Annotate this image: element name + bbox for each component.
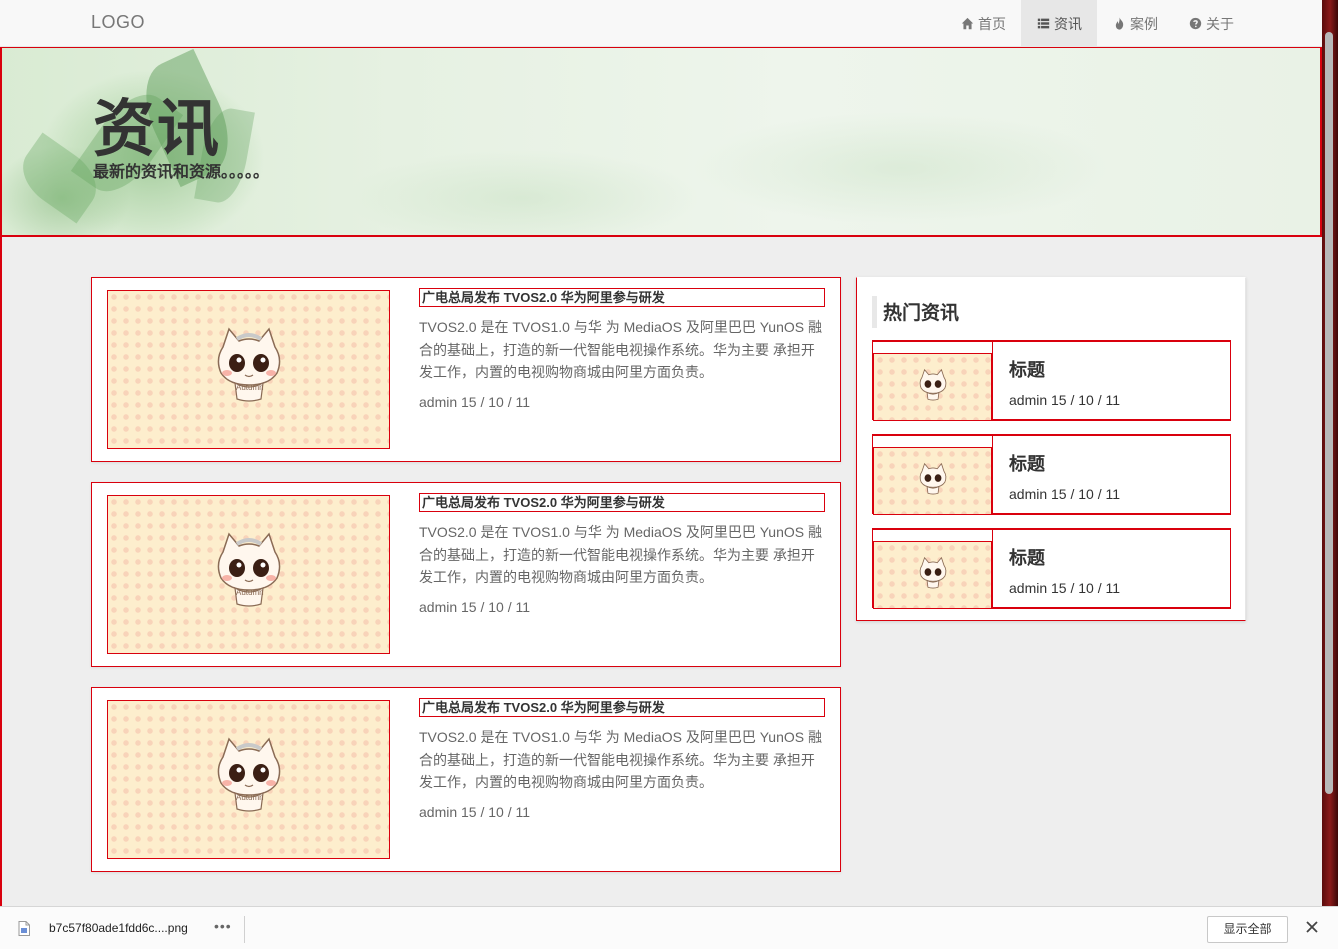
article-title[interactable]: 广电总局发布 TVOS2.0 华为阿里参与研发: [419, 698, 825, 717]
file-icon: [18, 921, 30, 936]
hot-news-item[interactable]: 标题 admin 15 / 10 / 11: [872, 340, 1231, 421]
article-meta: admin 15 / 10 / 11: [419, 599, 531, 615]
news-banner: 资讯 最新的资讯和资源。。。。。: [0, 47, 1322, 237]
vertical-scrollbar[interactable]: [1322, 0, 1338, 906]
main-nav: 首页 资讯 案例 关于: [945, 0, 1249, 47]
page-title: 资讯: [93, 95, 222, 164]
article-title[interactable]: 广电总局发布 TVOS2.0 华为阿里参与研发: [419, 288, 825, 307]
hot-news-thumbnail[interactable]: [873, 353, 992, 421]
scrollbar-thumb[interactable]: [1325, 32, 1333, 794]
nav-item-cases[interactable]: 案例: [1097, 0, 1173, 47]
hot-news-meta: admin 15 / 10 / 11: [1009, 580, 1121, 596]
article-meta: admin 15 / 10 / 11: [419, 394, 531, 410]
download-divider: [244, 916, 245, 943]
close-icon[interactable]: [1303, 918, 1321, 936]
site-logo[interactable]: LOGO: [91, 12, 145, 33]
news-article-card[interactable]: Autumn 广电总局发布 TVOS2.0 华为阿里参与研发 TVOS2.0 是…: [91, 482, 841, 667]
news-article-card[interactable]: Autumn 广电总局发布 TVOS2.0 华为阿里参与研发 TVOS2.0 是…: [91, 277, 841, 462]
cat-illustration: [919, 368, 946, 401]
hot-news-meta: admin 15 / 10 / 11: [1009, 392, 1121, 408]
cat-illustration: [217, 736, 280, 812]
nav-item-label: 关于: [1206, 15, 1234, 32]
article-description: TVOS2.0 是在 TVOS1.0 与华 为 MediaOS 及阿里巴巴 Yu…: [419, 524, 822, 585]
hot-news-item[interactable]: 标题 admin 15 / 10 / 11: [872, 528, 1231, 609]
cat-illustration: [217, 531, 280, 607]
hot-news-meta: admin 15 / 10 / 11: [1009, 486, 1121, 502]
article-description: TVOS2.0 是在 TVOS1.0 与华 为 MediaOS 及阿里巴巴 Yu…: [419, 319, 822, 380]
fire-icon: [1112, 17, 1126, 31]
image-caption: Autumn: [236, 793, 264, 802]
hot-news-title[interactable]: 标题: [1009, 450, 1045, 476]
article-thumbnail[interactable]: Autumn: [107, 700, 390, 859]
hot-news-sidebar: 热门资讯 标题 admin 15 / 10 / 11 标题 admin 15 /…: [856, 277, 1246, 621]
download-shelf: b7c57f80ade1fdd6c....png ••• 显示全部: [0, 906, 1338, 949]
nav-item-label: 案例: [1130, 15, 1158, 32]
article-meta: admin 15 / 10 / 11: [419, 804, 531, 820]
hot-news-item[interactable]: 标题 admin 15 / 10 / 11: [872, 434, 1231, 515]
hot-news-body: 标题 admin 15 / 10 / 11: [992, 530, 1231, 609]
article-title[interactable]: 广电总局发布 TVOS2.0 华为阿里参与研发: [419, 493, 825, 512]
top-navbar: LOGO 首页 资讯 案例 关于: [0, 0, 1322, 47]
download-more-button[interactable]: •••: [214, 918, 232, 934]
hot-news-body: 标题 admin 15 / 10 / 11: [992, 342, 1231, 421]
news-article-card[interactable]: Autumn 广电总局发布 TVOS2.0 华为阿里参与研发 TVOS2.0 是…: [91, 687, 841, 872]
article-description: TVOS2.0 是在 TVOS1.0 与华 为 MediaOS 及阿里巴巴 Yu…: [419, 729, 822, 790]
nav-item-label: 首页: [978, 15, 1006, 32]
article-thumbnail[interactable]: Autumn: [107, 495, 390, 654]
cat-illustration: [919, 556, 946, 589]
hot-news-thumbnail[interactable]: [873, 447, 992, 515]
hot-news-thumbnail[interactable]: [873, 541, 992, 609]
list-icon: [1036, 17, 1050, 31]
cat-illustration: [217, 326, 280, 402]
download-file-name[interactable]: b7c57f80ade1fdd6c....png: [49, 921, 188, 935]
page-subtitle: 最新的资讯和资源。。。。。: [93, 164, 270, 181]
hot-news-body: 标题 admin 15 / 10 / 11: [992, 436, 1231, 515]
hot-news-title[interactable]: 标题: [1009, 356, 1045, 382]
sidebar-heading: 热门资讯: [872, 296, 959, 328]
show-all-downloads-button[interactable]: 显示全部: [1207, 916, 1288, 943]
page-left-border: [0, 47, 2, 907]
question-circle-icon: [1188, 17, 1202, 31]
cat-illustration: [919, 462, 946, 495]
nav-item-label: 资讯: [1054, 15, 1082, 32]
article-thumbnail[interactable]: Autumn: [107, 290, 390, 449]
nav-item-news[interactable]: 资讯: [1021, 0, 1097, 47]
image-caption: Autumn: [236, 588, 264, 597]
home-icon: [960, 17, 974, 31]
nav-item-home[interactable]: 首页: [945, 0, 1021, 47]
nav-item-about[interactable]: 关于: [1173, 0, 1249, 47]
image-caption: Autumn: [236, 383, 264, 392]
hot-news-title[interactable]: 标题: [1009, 544, 1045, 570]
